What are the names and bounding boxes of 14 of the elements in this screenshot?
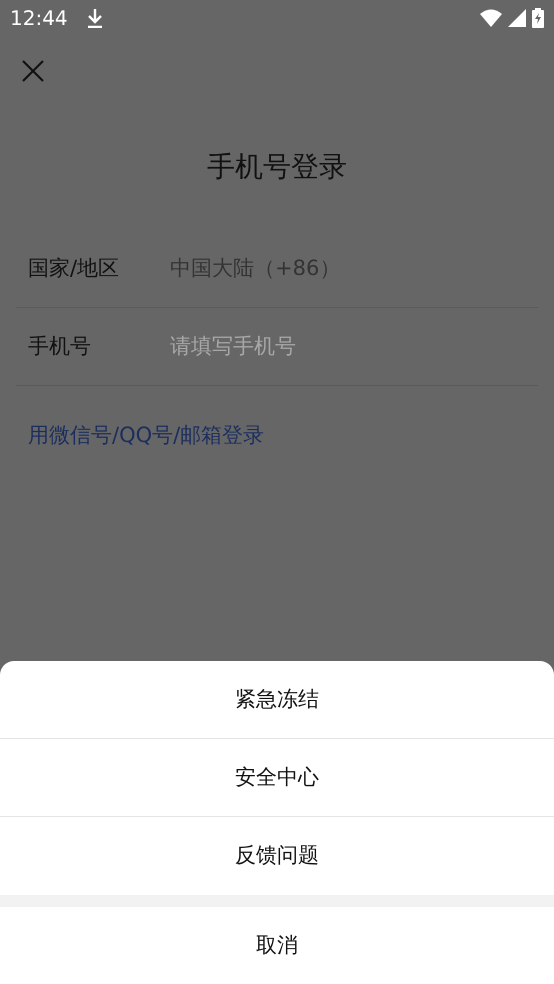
signal-icon bbox=[508, 9, 526, 27]
close-icon[interactable] bbox=[22, 60, 44, 82]
field-label: 手机号 bbox=[28, 332, 92, 360]
phone-input[interactable]: 请填写手机号 bbox=[170, 330, 526, 362]
status-time: 12:44 bbox=[10, 5, 68, 32]
sheet-option[interactable]: 安全中心 bbox=[0, 739, 554, 817]
sheet-option[interactable]: 反馈问题 bbox=[0, 817, 554, 895]
wifi-icon bbox=[480, 9, 502, 27]
battery-icon bbox=[532, 8, 544, 28]
sheet-option[interactable]: 紧急冻结 bbox=[0, 661, 554, 739]
page-title: 手机号登录 bbox=[207, 149, 347, 185]
cancel-button[interactable]: 取消 bbox=[0, 907, 554, 984]
field-label: 国家/地区 bbox=[28, 254, 120, 282]
download-icon bbox=[86, 8, 104, 28]
